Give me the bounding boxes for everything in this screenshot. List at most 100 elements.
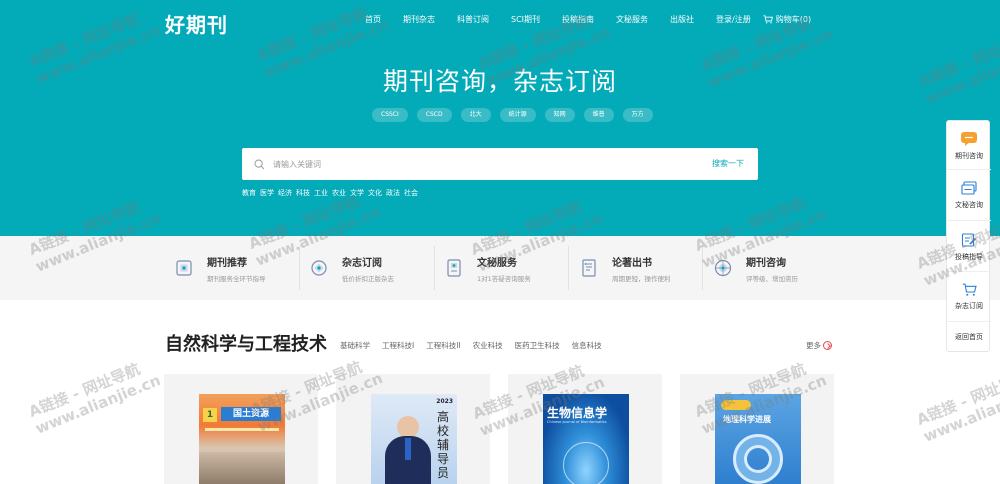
tag-cnki[interactable]: 知网 [544, 108, 575, 122]
cover-title: 高校辅导员 [437, 410, 450, 480]
tag-stat[interactable]: 统计源 [499, 108, 536, 122]
hot-word[interactable]: 教育 [242, 188, 256, 198]
tag-pku[interactable]: 北大 [460, 108, 491, 122]
magazine-cover[interactable]: 2023 高校辅导员 [371, 394, 457, 484]
service-journal-recommend[interactable]: 期刊推荐 期刊服务全环节指导 [173, 236, 266, 300]
hot-word[interactable]: 农业 [332, 188, 346, 198]
service-secretary[interactable]: 文秘服务 1对1答疑咨询服务 [443, 236, 531, 300]
more-arrow-icon [823, 341, 832, 350]
divider [434, 246, 435, 290]
nav-home[interactable]: 首页 [365, 14, 381, 25]
tab-engineering-1[interactable]: 工程科技I [382, 340, 414, 351]
service-publish-book[interactable]: 论著出书 周期更短，操作便利 [578, 236, 671, 300]
sidebar-item-submission[interactable]: 投稿指导 [947, 232, 991, 262]
tag-wanfang[interactable]: 万方 [622, 108, 653, 122]
cover-mountain [199, 452, 285, 484]
more-link[interactable]: 更多 [806, 340, 832, 351]
cover-tag: 1 [203, 408, 217, 422]
service-subscribe[interactable]: 杂志订阅 低价折扣正版杂志 [308, 236, 394, 300]
sidebar-item-consult[interactable]: 期刊咨询 [947, 131, 991, 161]
nav-publisher[interactable]: 出版社 [670, 14, 694, 25]
cover-title: 地理科学进展 [723, 414, 771, 424]
sidebar-label: 杂志订阅 [955, 302, 983, 310]
tab-medicine[interactable]: 医药卫生科技 [515, 340, 560, 351]
nav-login[interactable]: 登录/注册 [716, 14, 751, 25]
hot-word[interactable]: 社会 [404, 188, 418, 198]
chat-icon [961, 132, 977, 146]
tab-basic-science[interactable]: 基础科学 [340, 340, 370, 351]
hot-word[interactable]: 文学 [350, 188, 364, 198]
cart-link[interactable]: 购物车(0) [763, 14, 811, 25]
cart-icon [962, 283, 977, 296]
cover-person-head [397, 416, 419, 438]
section-tabs: 基础科学 工程科技I 工程科技II 农业科技 医药卫生科技 信息科技 [340, 340, 614, 351]
tag-cssci[interactable]: CSSCI [372, 108, 408, 122]
magazine-cover[interactable]: 生物信息学 Chinese Journal of Bioinformatics [543, 394, 629, 484]
journal-recommend-icon [176, 260, 192, 276]
cart-icon [763, 15, 773, 24]
nav-journals[interactable]: 期刊杂志 [403, 14, 435, 25]
hot-word[interactable]: 经济 [278, 188, 292, 198]
service-consult[interactable]: 期刊咨询 评等级、增加资历 [712, 236, 798, 300]
magazine-cover[interactable]: 1 国土资源 [199, 394, 285, 484]
tag-vip[interactable]: 维普 [583, 108, 614, 122]
hot-word[interactable]: 科技 [296, 188, 310, 198]
divider [947, 321, 991, 322]
hot-word[interactable]: 医学 [260, 188, 274, 198]
hero-title: 期刊咨询，杂志订阅 [382, 67, 617, 96]
divider [947, 220, 991, 221]
hot-word[interactable]: 工业 [314, 188, 328, 198]
tag-cscd[interactable]: CSCD [416, 108, 452, 122]
subscribe-icon [311, 260, 327, 276]
hot-word[interactable]: 政法 [386, 188, 400, 198]
search-box: 搜索一下 [242, 148, 758, 180]
tab-engineering-2[interactable]: 工程科技II [426, 340, 460, 351]
cover-spiral [733, 434, 783, 484]
cover-tag: 2023 [436, 398, 453, 405]
cover-tie [405, 438, 411, 460]
cover-sphere [563, 442, 609, 484]
index-tags: CSSCI CSCD 北大 统计源 知网 维普 万方 [372, 108, 662, 122]
sidebar-label: 文秘咨询 [955, 201, 983, 209]
watermark: A链接 - 网址导航 www.alianjie.cn [914, 367, 1000, 446]
divider [702, 246, 703, 290]
hot-word[interactable]: 文化 [368, 188, 382, 198]
divider [947, 169, 991, 170]
message-icon [961, 181, 977, 195]
magazine-cover[interactable]: 地理科学进展 [715, 394, 801, 484]
tab-information[interactable]: 信息科技 [572, 340, 602, 351]
search-icon [254, 159, 265, 169]
nav-sci[interactable]: SCI期刊 [511, 14, 540, 25]
sidebar-label: 返回首页 [955, 333, 983, 341]
service-desc: 期刊服务全环节指导 [207, 274, 266, 283]
sidebar-label: 投稿指导 [955, 253, 983, 261]
divider [568, 246, 569, 290]
cover-decoration [205, 428, 279, 431]
service-desc: 低价折扣正版杂志 [342, 274, 394, 283]
cart-label: 购物车(0) [775, 15, 812, 24]
service-title: 期刊推荐 [207, 257, 247, 269]
nav-secretary[interactable]: 文秘服务 [616, 14, 648, 25]
floating-sidebar: 期刊咨询 文秘咨询 投稿指导 杂志订阅 返回首页 [946, 120, 991, 352]
cover-title: 生物信息学 [547, 406, 608, 420]
edit-icon [961, 233, 977, 247]
search-button[interactable]: 搜索一下 [712, 158, 744, 169]
service-title: 期刊咨询 [746, 257, 786, 269]
service-desc: 评等级、增加资历 [746, 274, 798, 283]
nav-guide[interactable]: 投稿指南 [562, 14, 594, 25]
consult-icon [714, 259, 732, 277]
secretary-icon [447, 259, 461, 277]
top-nav: 首页 期刊杂志 科普订阅 SCI期刊 投稿指南 文秘服务 出版社 登录/注册 购… [365, 14, 811, 25]
search-input[interactable] [273, 159, 673, 169]
hot-keywords: 教育 医学 经济 科技 工业 农业 文学 文化 政法 社会 [242, 188, 422, 198]
cover-subtitle: Chinese Journal of Bioinformatics [547, 420, 607, 424]
sidebar-item-secretary[interactable]: 文秘咨询 [947, 181, 991, 210]
site-logo[interactable]: 好期刊 [165, 9, 228, 38]
service-desc: 1对1答疑咨询服务 [477, 274, 531, 283]
service-title: 文秘服务 [477, 257, 517, 269]
section-title: 自然科学与工程技术 [165, 334, 327, 355]
tab-agriculture[interactable]: 农业科技 [473, 340, 503, 351]
sidebar-item-subscribe[interactable]: 杂志订阅 [947, 283, 991, 311]
sidebar-item-back-home[interactable]: 返回首页 [947, 332, 991, 342]
nav-subscribe[interactable]: 科普订阅 [457, 14, 489, 25]
